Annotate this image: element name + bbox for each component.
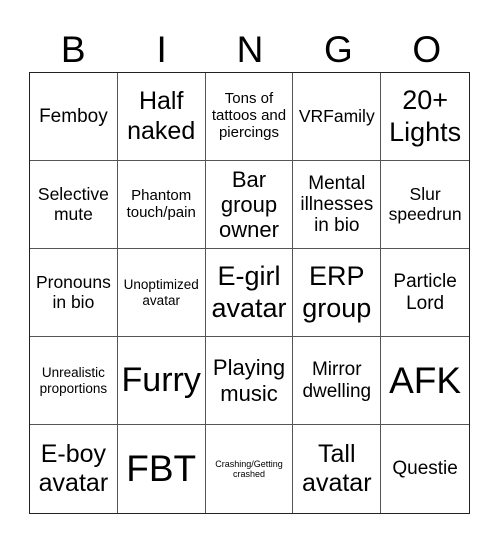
bingo-cell[interactable]: AFK — [381, 337, 469, 425]
bingo-cell[interactable]: Selective mute — [30, 161, 118, 249]
header-letter-o: O — [412, 29, 442, 70]
bingo-cell[interactable]: VRFamily — [293, 73, 382, 161]
bingo-cell[interactable]: Bar group owner — [205, 161, 294, 249]
bingo-cell[interactable]: Mental illnesses in bio — [293, 161, 382, 249]
bingo-cell[interactable]: Particle Lord — [381, 249, 469, 337]
bingo-cell[interactable]: Half naked — [117, 73, 206, 161]
bingo-cell[interactable]: E-girl avatar — [205, 249, 294, 337]
bingo-cell[interactable]: 20+ Lights — [381, 73, 469, 161]
bingo-cell[interactable]: Mirror dwelling — [293, 337, 382, 425]
bingo-cell[interactable]: Tall avatar — [293, 425, 382, 513]
header-letter-i: I — [156, 29, 167, 70]
bingo-cell[interactable]: Phantom touch/pain — [117, 161, 206, 249]
bingo-cell[interactable]: Unrealistic proportions — [30, 337, 118, 425]
bingo-cell[interactable]: FBT — [118, 425, 206, 513]
bingo-cell[interactable]: Playing music — [205, 337, 294, 425]
bingo-cell[interactable]: Furry — [117, 337, 206, 425]
bingo-cell[interactable]: Femboy — [30, 73, 118, 161]
bingo-cell[interactable]: Questie — [381, 425, 469, 513]
bingo-card: Femboy Half naked Tons of tattoos and pi… — [29, 72, 470, 514]
header-letter-n: N — [236, 29, 264, 70]
header-letter-b: B — [60, 29, 86, 70]
header-letter-g: G — [324, 29, 353, 70]
bingo-cell[interactable]: Pronouns in bio — [30, 249, 118, 337]
bingo-cell[interactable]: Slur speedrun — [381, 161, 469, 249]
bingo-cell[interactable]: E-boy avatar — [30, 425, 118, 513]
bingo-header: B I N G O — [29, 28, 471, 72]
bingo-cell[interactable]: Crashing/Getting crashed — [206, 425, 294, 513]
bingo-cell[interactable]: Tons of tattoos and piercings — [205, 73, 294, 161]
bingo-cell[interactable]: ERP group — [293, 249, 382, 337]
bingo-cell[interactable]: Unoptimized avatar — [117, 249, 206, 337]
